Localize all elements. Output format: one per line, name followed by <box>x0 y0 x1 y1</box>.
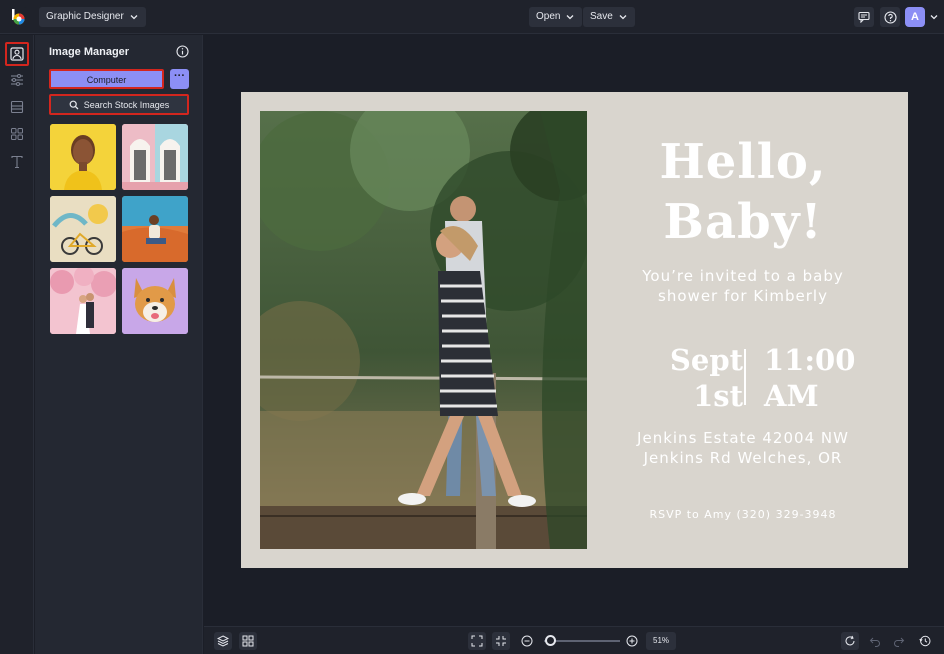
computer-upload-button[interactable]: Computer <box>49 69 164 89</box>
couple-photo[interactable] <box>260 111 587 549</box>
desert-photo-icon <box>122 196 188 262</box>
chevron-down-icon <box>619 15 627 20</box>
zoom-slider-handle[interactable] <box>545 635 556 646</box>
search-icon <box>69 100 79 109</box>
portrait-photo-icon <box>50 124 116 190</box>
panel-title: Image Manager <box>49 46 130 58</box>
zoom-out-icon <box>521 635 533 647</box>
zoom-in-button[interactable] <box>623 632 641 650</box>
search-stock-images-label: Search Stock Images <box>83 99 170 110</box>
grid-icon <box>242 635 254 647</box>
headline-text[interactable]: Hello, Baby! <box>618 132 868 252</box>
chat-icon <box>858 11 870 23</box>
info-icon[interactable] <box>176 45 189 58</box>
shapes-icon <box>11 128 23 140</box>
tool-rail <box>0 35 34 654</box>
thumbnail-woman-yellow[interactable] <box>50 124 116 190</box>
image-icon <box>10 47 24 61</box>
thumbnail-shiba-dog[interactable] <box>122 268 188 334</box>
image-manager-panel: Image Manager Computer ··· Search Stock … <box>35 35 203 654</box>
chevron-down-icon[interactable] <box>929 12 939 22</box>
expand-icon <box>471 635 483 647</box>
actual-size-button[interactable] <box>492 632 510 650</box>
reset-button[interactable] <box>841 632 859 650</box>
mode-dropdown[interactable]: Graphic Designer <box>39 7 146 27</box>
invitation-design[interactable]: Hello, Baby! You’re invited to a baby sh… <box>241 92 908 568</box>
time-text[interactable]: 11:00 AM <box>764 342 874 414</box>
help-button[interactable] <box>880 7 900 27</box>
wedding-photo-icon <box>50 268 116 334</box>
search-stock-images-button[interactable]: Search Stock Images <box>49 94 189 115</box>
grid-button[interactable] <box>239 632 257 650</box>
mode-dropdown-label: Graphic Designer <box>46 11 124 22</box>
address-text[interactable]: Jenkins Estate 42004 NW Jenkins Rd Welch… <box>618 428 868 468</box>
date-text[interactable]: Sept 1st <box>633 342 743 414</box>
thumbnail-man-desert[interactable] <box>122 196 188 262</box>
redo-button[interactable] <box>890 632 908 650</box>
save-menu-button[interactable]: Save <box>583 7 635 27</box>
open-menu-button[interactable]: Open <box>529 7 583 27</box>
text-icon <box>11 155 23 169</box>
adjustments-tab[interactable] <box>7 70 27 90</box>
thumbnail-bicycle-mural[interactable] <box>50 196 116 262</box>
undo-button[interactable] <box>866 632 884 650</box>
open-menu-label: Open <box>536 11 561 22</box>
chevron-down-icon <box>130 15 138 20</box>
user-avatar[interactable]: A <box>905 7 925 27</box>
thumbnail-pink-doors[interactable] <box>122 124 188 190</box>
save-menu-label: Save <box>590 11 613 22</box>
doors-photo-icon <box>122 124 188 190</box>
history-icon <box>919 635 931 647</box>
layers-icon <box>217 635 229 647</box>
chevron-down-icon <box>567 15 574 20</box>
help-icon <box>883 10 897 24</box>
date-time-divider <box>744 349 746 405</box>
image-manager-tab[interactable] <box>5 42 29 66</box>
compress-icon <box>496 636 506 646</box>
top-bar: Graphic Designer Open Save A <box>0 0 944 34</box>
layout-icon <box>10 100 24 114</box>
zoom-in-icon <box>626 635 638 647</box>
history-button[interactable] <box>916 632 934 650</box>
bottom-toolbar: 51% <box>204 626 944 654</box>
rsvp-text[interactable]: RSVP to Amy (320) 329-3948 <box>618 508 868 521</box>
zoom-level[interactable]: 51% <box>646 632 677 650</box>
feedback-button[interactable] <box>854 7 874 27</box>
undo-icon <box>869 637 880 647</box>
bicycle-photo-icon <box>50 196 116 262</box>
invite-text[interactable]: You’re invited to a baby shower for Kimb… <box>618 266 868 306</box>
text-tab[interactable] <box>7 152 27 172</box>
layers-button[interactable] <box>214 632 232 650</box>
redo-icon <box>894 637 905 647</box>
canvas-area[interactable]: Hello, Baby! You’re invited to a baby sh… <box>204 35 944 625</box>
befunky-logo-icon[interactable] <box>8 7 28 27</box>
couple-walking-photo-icon <box>260 111 587 549</box>
refresh-icon <box>845 635 855 646</box>
sliders-icon <box>11 74 23 86</box>
fit-to-screen-button[interactable] <box>468 632 486 650</box>
graphics-tab[interactable] <box>7 124 27 144</box>
zoom-out-button[interactable] <box>518 632 536 650</box>
more-options-button[interactable]: ··· <box>170 69 189 89</box>
thumbnail-wedding-couple[interactable] <box>50 268 116 334</box>
dog-photo-icon <box>122 268 188 334</box>
layout-tab[interactable] <box>7 97 27 117</box>
